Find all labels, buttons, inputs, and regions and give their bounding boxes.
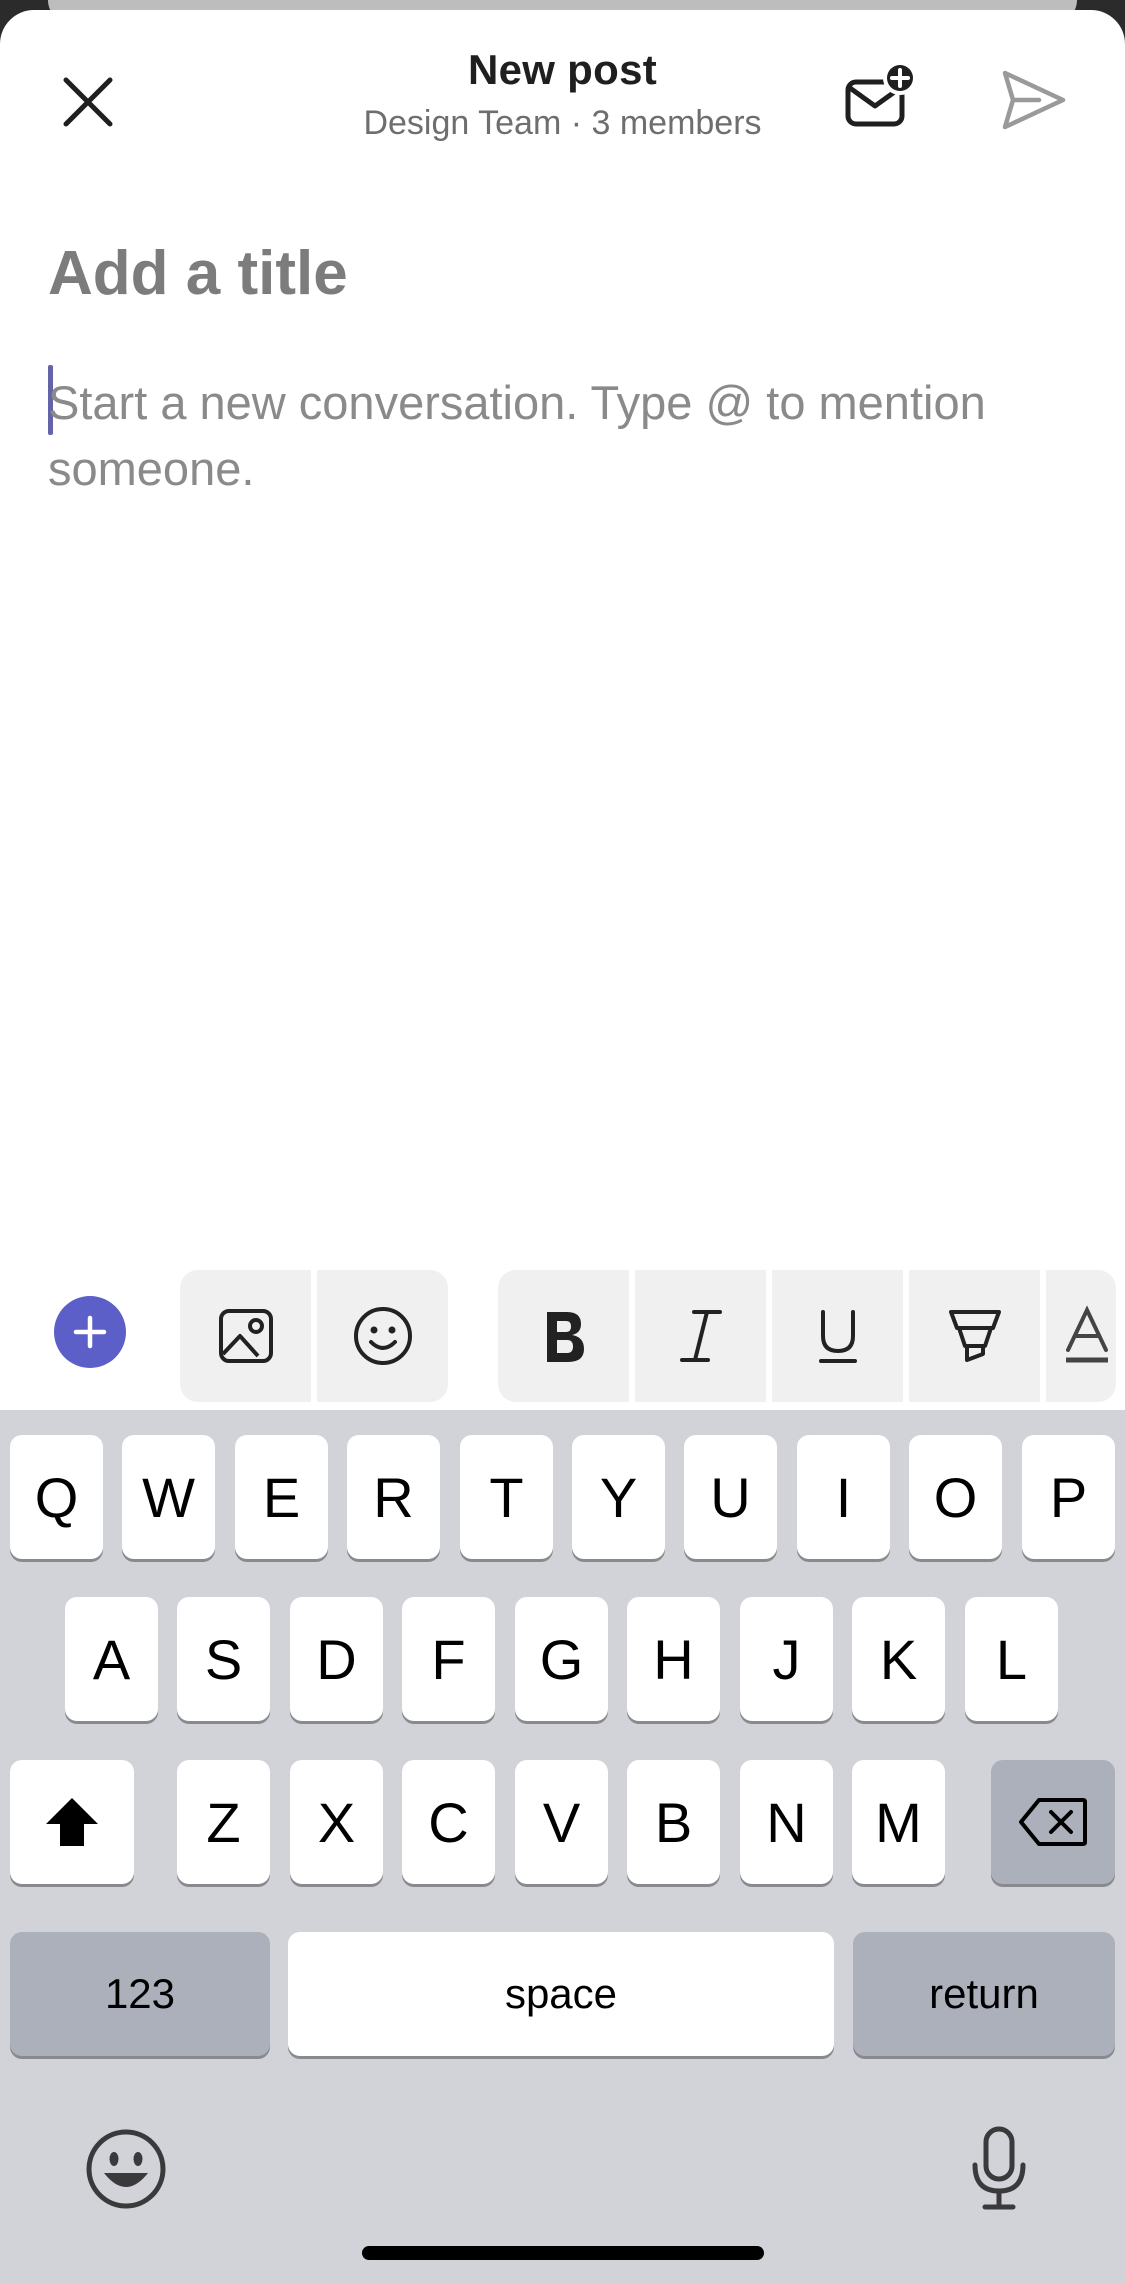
send-icon (1002, 70, 1066, 130)
post-body-input[interactable]: Start a new conversation. Type @ to ment… (48, 370, 1088, 502)
italic-icon (679, 1310, 722, 1362)
plus-icon (73, 1315, 107, 1349)
insert-image-button[interactable] (180, 1270, 311, 1402)
close-icon (63, 77, 113, 127)
microphone-icon (972, 2126, 1026, 2210)
highlighter-icon (948, 1310, 1001, 1362)
announcement-button[interactable] (836, 54, 924, 142)
key-d[interactable]: D (290, 1597, 383, 1721)
numbers-key[interactable]: 123 (10, 1932, 270, 2056)
header-title-group: New post Design Team · 3 members (250, 46, 875, 143)
key-a[interactable]: A (65, 1597, 158, 1721)
media-tools-group (180, 1270, 448, 1402)
key-e[interactable]: E (235, 1435, 328, 1559)
font-color-button[interactable] (1046, 1270, 1116, 1402)
key-l[interactable]: L (965, 1597, 1058, 1721)
key-k[interactable]: K (852, 1597, 945, 1721)
team-subtitle: Design Team · 3 members (363, 104, 762, 142)
backspace-key[interactable] (991, 1760, 1115, 1884)
key-x[interactable]: X (290, 1760, 383, 1884)
key-n[interactable]: N (740, 1760, 833, 1884)
key-c[interactable]: C (402, 1760, 495, 1884)
underline-icon (818, 1310, 857, 1363)
key-b[interactable]: B (627, 1760, 720, 1884)
close-button[interactable] (44, 58, 132, 146)
key-r[interactable]: R (347, 1435, 440, 1559)
key-y[interactable]: Y (572, 1435, 665, 1559)
home-indicator (362, 2246, 764, 2260)
page-title: New post (467, 46, 658, 93)
italic-button[interactable] (635, 1270, 766, 1402)
key-i[interactable]: I (797, 1435, 890, 1559)
key-q[interactable]: Q (10, 1435, 103, 1559)
key-m[interactable]: M (852, 1760, 945, 1884)
return-key[interactable]: return (853, 1932, 1115, 2056)
backspace-icon (1019, 1798, 1087, 1846)
key-g[interactable]: G (515, 1597, 608, 1721)
key-z[interactable]: Z (177, 1760, 270, 1884)
system-keyboard: Q W E R T Y U I O P A S D F G H J K L Z … (0, 1410, 1125, 2284)
new-post-sheet: New post Design Team · 3 members Add a t… (0, 10, 1125, 2284)
post-title-input[interactable]: Add a title (48, 238, 348, 309)
emoji-keyboard-icon (86, 2129, 166, 2209)
key-h[interactable]: H (627, 1597, 720, 1721)
add-attachment-button[interactable] (54, 1296, 126, 1368)
key-p[interactable]: P (1022, 1435, 1115, 1559)
key-j[interactable]: J (740, 1597, 833, 1721)
dictation-button[interactable] (955, 2125, 1043, 2213)
insert-emoji-button[interactable] (317, 1270, 448, 1402)
underline-button[interactable] (772, 1270, 903, 1402)
keyboard-emoji-button[interactable] (82, 2125, 170, 2213)
bold-button[interactable] (498, 1270, 629, 1402)
send-button[interactable] (990, 56, 1078, 144)
text-format-group (498, 1270, 1116, 1402)
formatting-toolbar (0, 1260, 1125, 1410)
font-color-icon (1066, 1305, 1108, 1363)
emoji-icon (353, 1307, 412, 1365)
header: New post Design Team · 3 members (0, 10, 1125, 170)
key-f[interactable]: F (402, 1597, 495, 1721)
key-u[interactable]: U (684, 1435, 777, 1559)
image-icon (218, 1309, 273, 1363)
key-w[interactable]: W (122, 1435, 215, 1559)
highlight-button[interactable] (909, 1270, 1040, 1402)
shift-icon (46, 1798, 98, 1846)
bold-icon (546, 1312, 584, 1362)
key-o[interactable]: O (909, 1435, 1002, 1559)
mail-plus-icon (845, 61, 917, 127)
shift-key[interactable] (10, 1760, 134, 1884)
space-key[interactable]: space (288, 1932, 834, 2056)
key-v[interactable]: V (515, 1760, 608, 1884)
key-s[interactable]: S (177, 1597, 270, 1721)
key-t[interactable]: T (460, 1435, 553, 1559)
